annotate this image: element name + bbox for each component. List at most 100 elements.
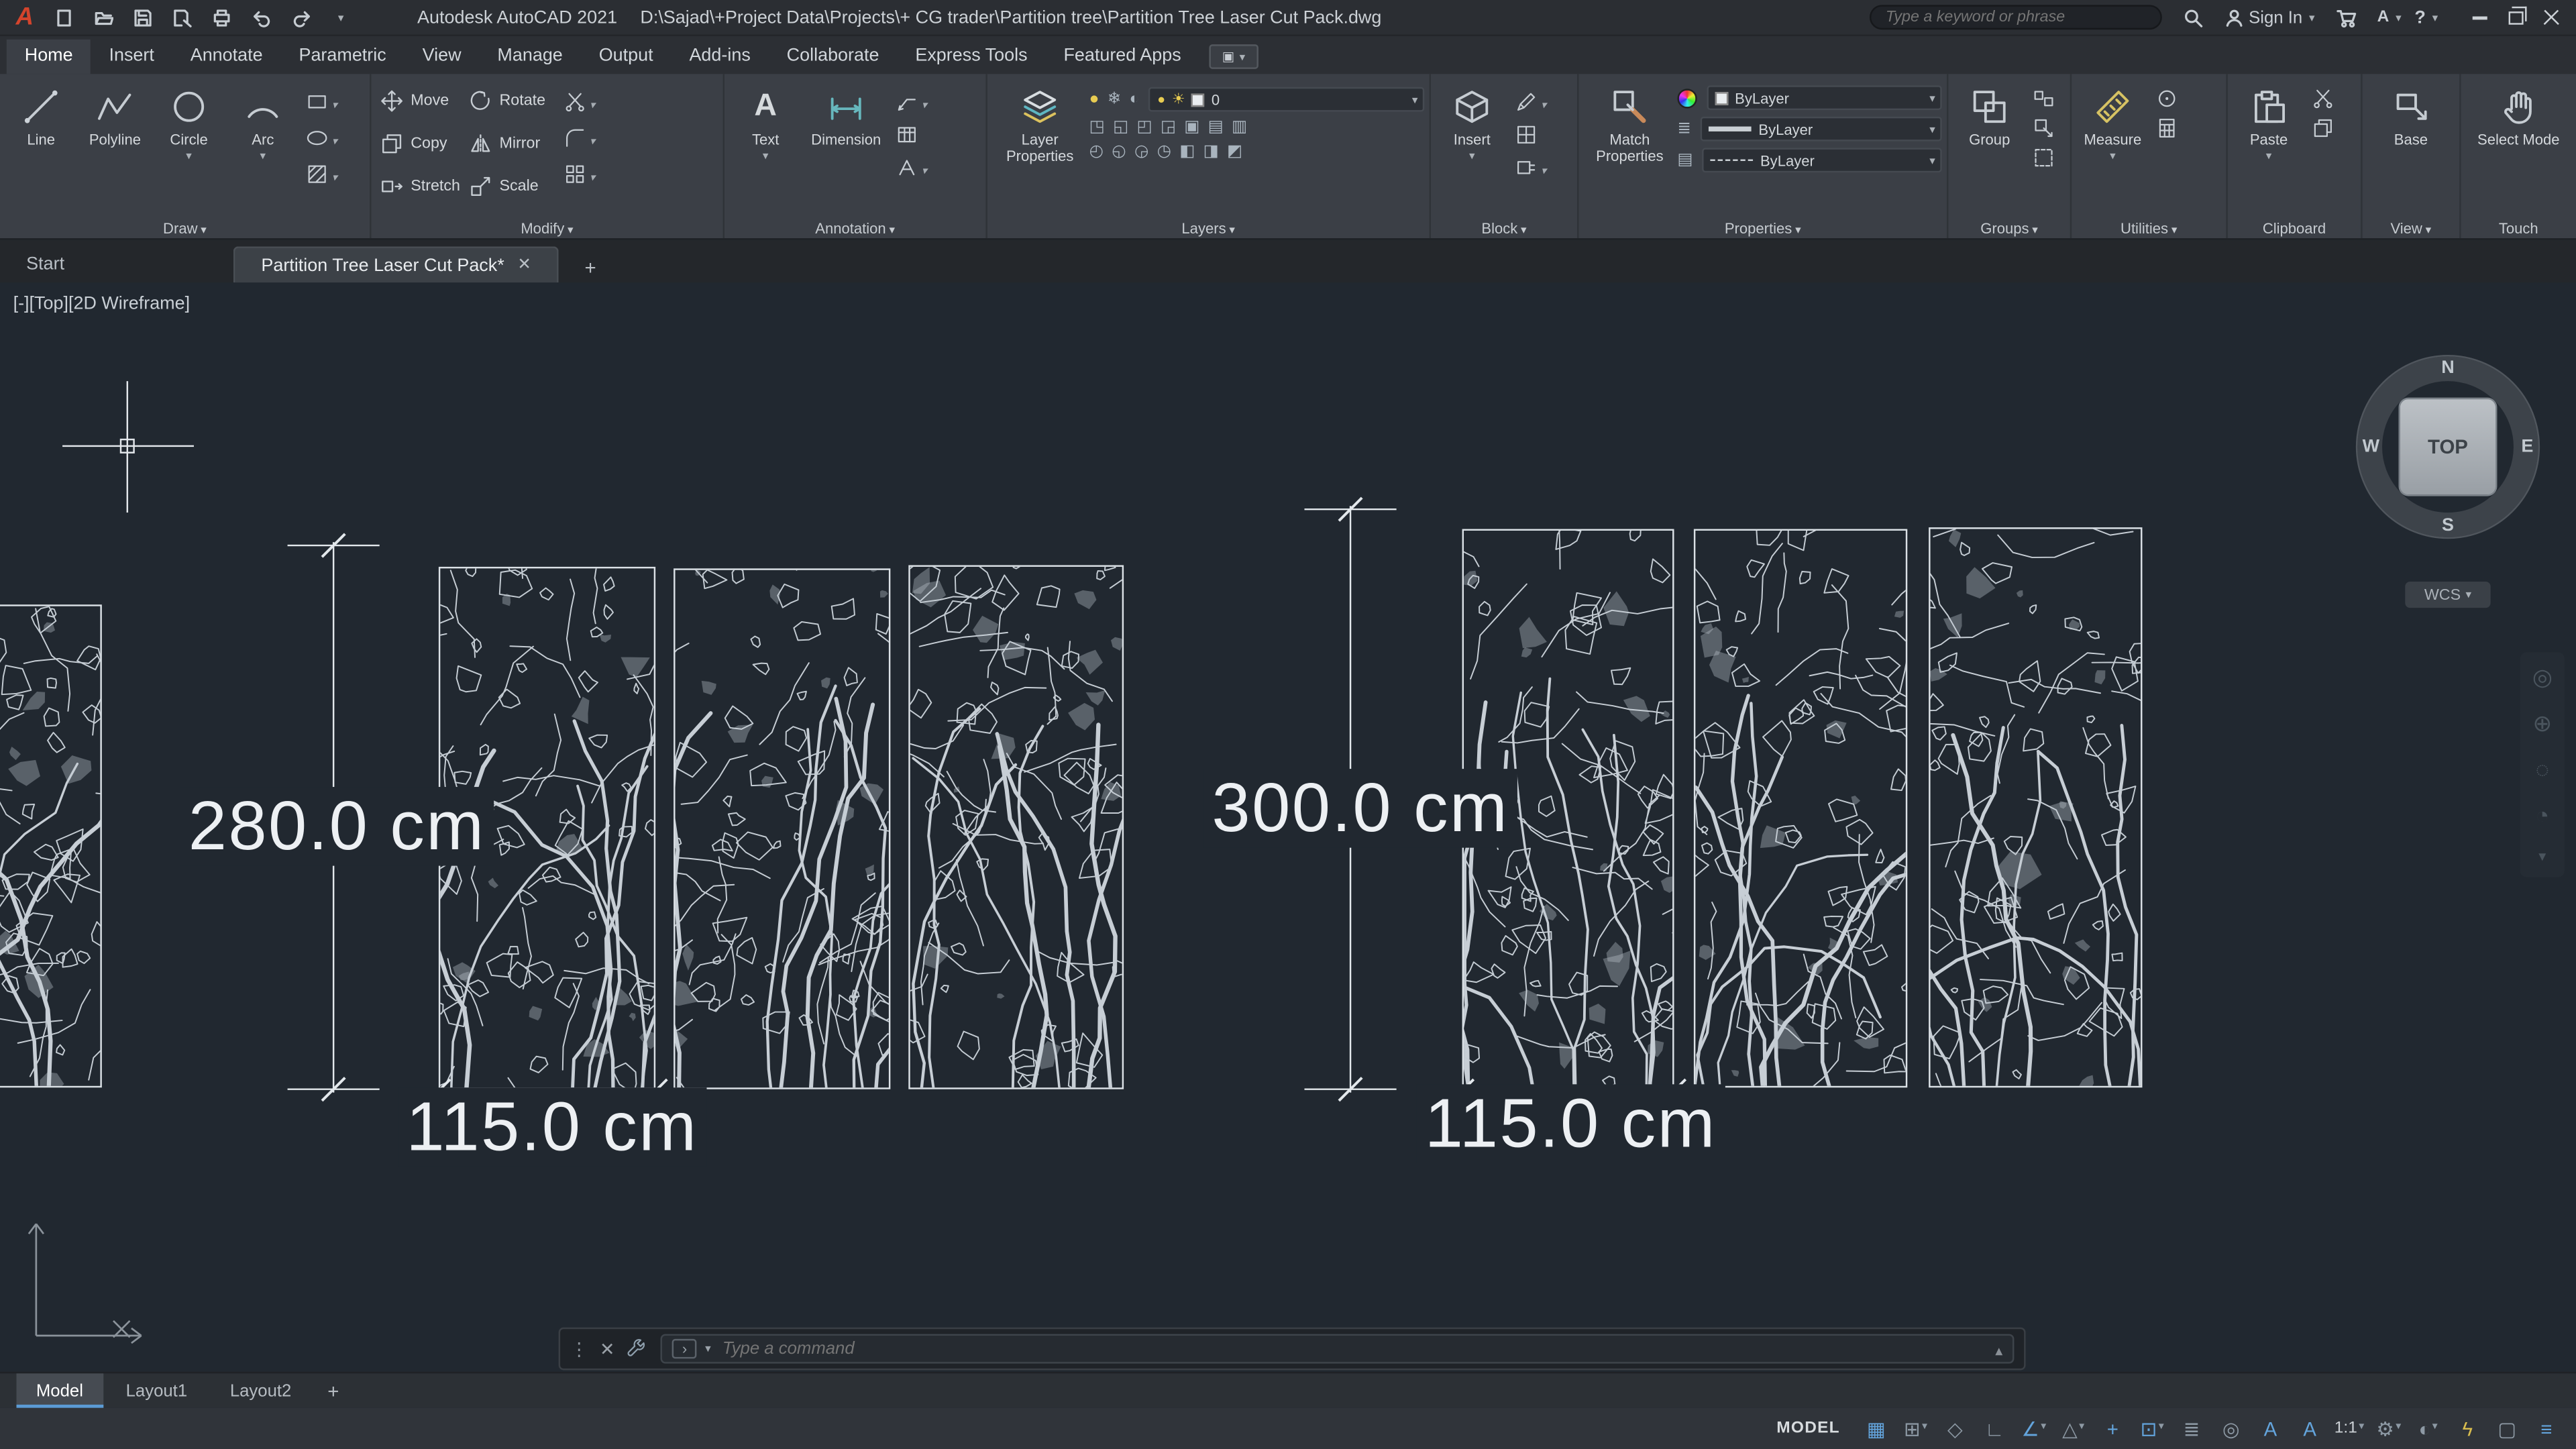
block-panel-label[interactable]: Block [1431, 220, 1577, 236]
pan-icon[interactable]: ⊕ [2532, 711, 2552, 734]
clean-screen-toggle[interactable]: ▢ [2491, 1419, 2524, 1438]
layer-walk-icon[interactable]: ◲ [1161, 119, 1176, 136]
tab-model[interactable]: Model [16, 1373, 103, 1408]
tab-annotate[interactable]: Annotate [172, 40, 281, 74]
command-input-field[interactable]: ▾ [661, 1334, 2015, 1364]
cut-clip-button[interactable] [2312, 87, 2334, 110]
annotation-visibility-toggle[interactable]: A [2254, 1419, 2287, 1438]
id-point-button[interactable] [2155, 87, 2178, 110]
viewcube[interactable]: N W E S TOP [2355, 354, 2540, 539]
tab-express-tools[interactable]: Express Tools [897, 40, 1045, 74]
tab-addins[interactable]: Add-ins [672, 40, 769, 74]
tab-output[interactable]: Output [581, 40, 672, 74]
table-button[interactable] [896, 123, 927, 146]
orbit-icon[interactable]: ◔ [2535, 804, 2549, 826]
viewport-view-control[interactable]: [Top] [30, 294, 68, 313]
layers-panel-label[interactable]: Layers [987, 220, 1430, 236]
text-style-button[interactable] [896, 153, 927, 182]
leader-button[interactable] [896, 87, 927, 117]
text-button[interactable]: A Text [729, 79, 802, 164]
layer-delete-icon[interactable]: ◨ [1203, 144, 1219, 161]
recent-commands-icon[interactable] [1995, 1334, 2002, 1364]
tab-start[interactable]: Start [0, 246, 213, 282]
command-line-bar[interactable]: ⋮ ✕ ▾ [558, 1327, 2026, 1371]
help-search-box[interactable] [1869, 5, 2162, 30]
tab-layout1[interactable]: Layout1 [106, 1373, 207, 1407]
infer-constraints-toggle[interactable]: ◇ [1939, 1419, 1972, 1438]
new-layout-button[interactable]: + [315, 1379, 352, 1402]
fillet-button[interactable] [564, 123, 595, 153]
open-file-button[interactable] [85, 3, 121, 32]
object-snap-tracking-toggle[interactable]: + [2096, 1419, 2129, 1438]
hatch-button[interactable] [306, 160, 337, 189]
navigation-wheel-icon[interactable]: ◎ [2532, 665, 2553, 688]
dimension-right-height[interactable]: 300.0 cm [1203, 769, 1517, 848]
move-button[interactable]: Move [376, 88, 465, 113]
previous-layer-icon[interactable]: ◰ [1136, 119, 1152, 136]
rectangle-button[interactable] [306, 87, 337, 117]
object-color-dropdown[interactable]: ByLayer [1707, 85, 1942, 111]
touch-panel-label[interactable]: Touch [2461, 220, 2576, 236]
viewcube-east[interactable]: E [2521, 437, 2533, 456]
clipboard-panel-label[interactable]: Clipboard [2228, 220, 2361, 236]
groups-panel-label[interactable]: Groups [1948, 220, 2070, 236]
ellipse-button[interactable] [306, 123, 337, 153]
dimension-left-height[interactable]: 280.0 cm [180, 787, 494, 866]
rotate-button[interactable]: Rotate [465, 88, 557, 113]
layer-isolate-icon[interactable]: ◐ [1130, 91, 1140, 107]
tab-insert[interactable]: Insert [91, 40, 172, 74]
selection-cycling-toggle[interactable]: ◎ [2214, 1419, 2247, 1438]
color-wheel-icon[interactable] [1677, 88, 1697, 108]
layer-on-all-icon[interactable]: ◶ [1134, 144, 1148, 161]
viewcube-west[interactable]: W [2363, 437, 2379, 456]
measure-button[interactable]: Measure [2077, 79, 2149, 164]
minimize-button[interactable] [2461, 3, 2498, 32]
match-layer-icon[interactable]: ◱ [1113, 119, 1128, 136]
layer-thaw-all-icon[interactable]: ◵ [1112, 144, 1126, 161]
workspace-switching-control[interactable]: ⚙ [2372, 1419, 2405, 1438]
save-button[interactable] [125, 3, 161, 32]
viewcube-south[interactable]: S [2442, 516, 2454, 535]
scale-button[interactable]: Scale [465, 173, 557, 198]
linetype-dropdown[interactable]: ByLayer [1703, 148, 1942, 173]
layer-merge-icon[interactable]: ◧ [1179, 144, 1195, 161]
restore-button[interactable] [2497, 3, 2533, 32]
sign-in-button[interactable]: Sign In ▾ [2224, 7, 2315, 27]
layer-off-icon[interactable]: ● [1089, 91, 1099, 107]
close-tab-icon[interactable]: ✕ [517, 256, 531, 274]
undo-button[interactable] [243, 3, 279, 32]
block-editor-button[interactable] [1515, 153, 1546, 182]
tab-active-document[interactable]: Partition Tree Laser Cut Pack* ✕ [233, 246, 559, 283]
viewport-visual-style-control[interactable]: [2D Wireframe] [68, 294, 190, 313]
lineweight-toggle[interactable]: ≣ [2175, 1419, 2208, 1438]
command-grip-icon[interactable]: ⋮ [570, 1338, 588, 1359]
trim-button[interactable] [564, 87, 595, 117]
create-block-button[interactable] [1515, 123, 1546, 146]
mirror-button[interactable]: Mirror [465, 131, 557, 156]
stretch-button[interactable]: Stretch [376, 173, 465, 198]
layer-settings-icon[interactable]: ◩ [1227, 144, 1242, 161]
new-file-button[interactable] [46, 3, 83, 32]
modify-panel-label[interactable]: Modify [371, 220, 722, 236]
view-panel-label[interactable]: View [2363, 220, 2459, 236]
layer-properties-button[interactable]: Layer Properties [992, 79, 1087, 166]
insert-button[interactable]: Insert [1436, 79, 1508, 164]
annotation-panel-label[interactable]: Annotation [724, 220, 985, 236]
viewcube-top-face[interactable]: TOP [2398, 397, 2498, 496]
match-properties-button[interactable]: Match Properties [1584, 79, 1676, 166]
group-edit-button[interactable] [2032, 117, 2055, 140]
search-button[interactable] [2175, 3, 2211, 32]
object-snap-toggle[interactable]: ⊡ [2136, 1419, 2169, 1438]
layer-select-dropdown[interactable]: ● ☀ 0 [1149, 87, 1425, 112]
autoscale-toggle[interactable]: A [2294, 1419, 2326, 1438]
paste-button[interactable]: Paste [2233, 79, 2305, 164]
dimension-button[interactable]: Dimension [804, 79, 889, 149]
layer-freeze-icon[interactable]: ❄ [1108, 91, 1122, 107]
ortho-mode-toggle[interactable]: ∟ [1978, 1419, 2011, 1438]
close-button[interactable] [2533, 3, 2569, 32]
line-button[interactable]: Line [5, 79, 77, 149]
snap-mode-toggle[interactable]: ⊞ [1899, 1419, 1932, 1438]
select-mode-button[interactable]: Select Mode [2473, 79, 2565, 149]
properties-panel-label[interactable]: Properties [1578, 220, 1947, 236]
copy-clip-button[interactable] [2312, 117, 2334, 140]
